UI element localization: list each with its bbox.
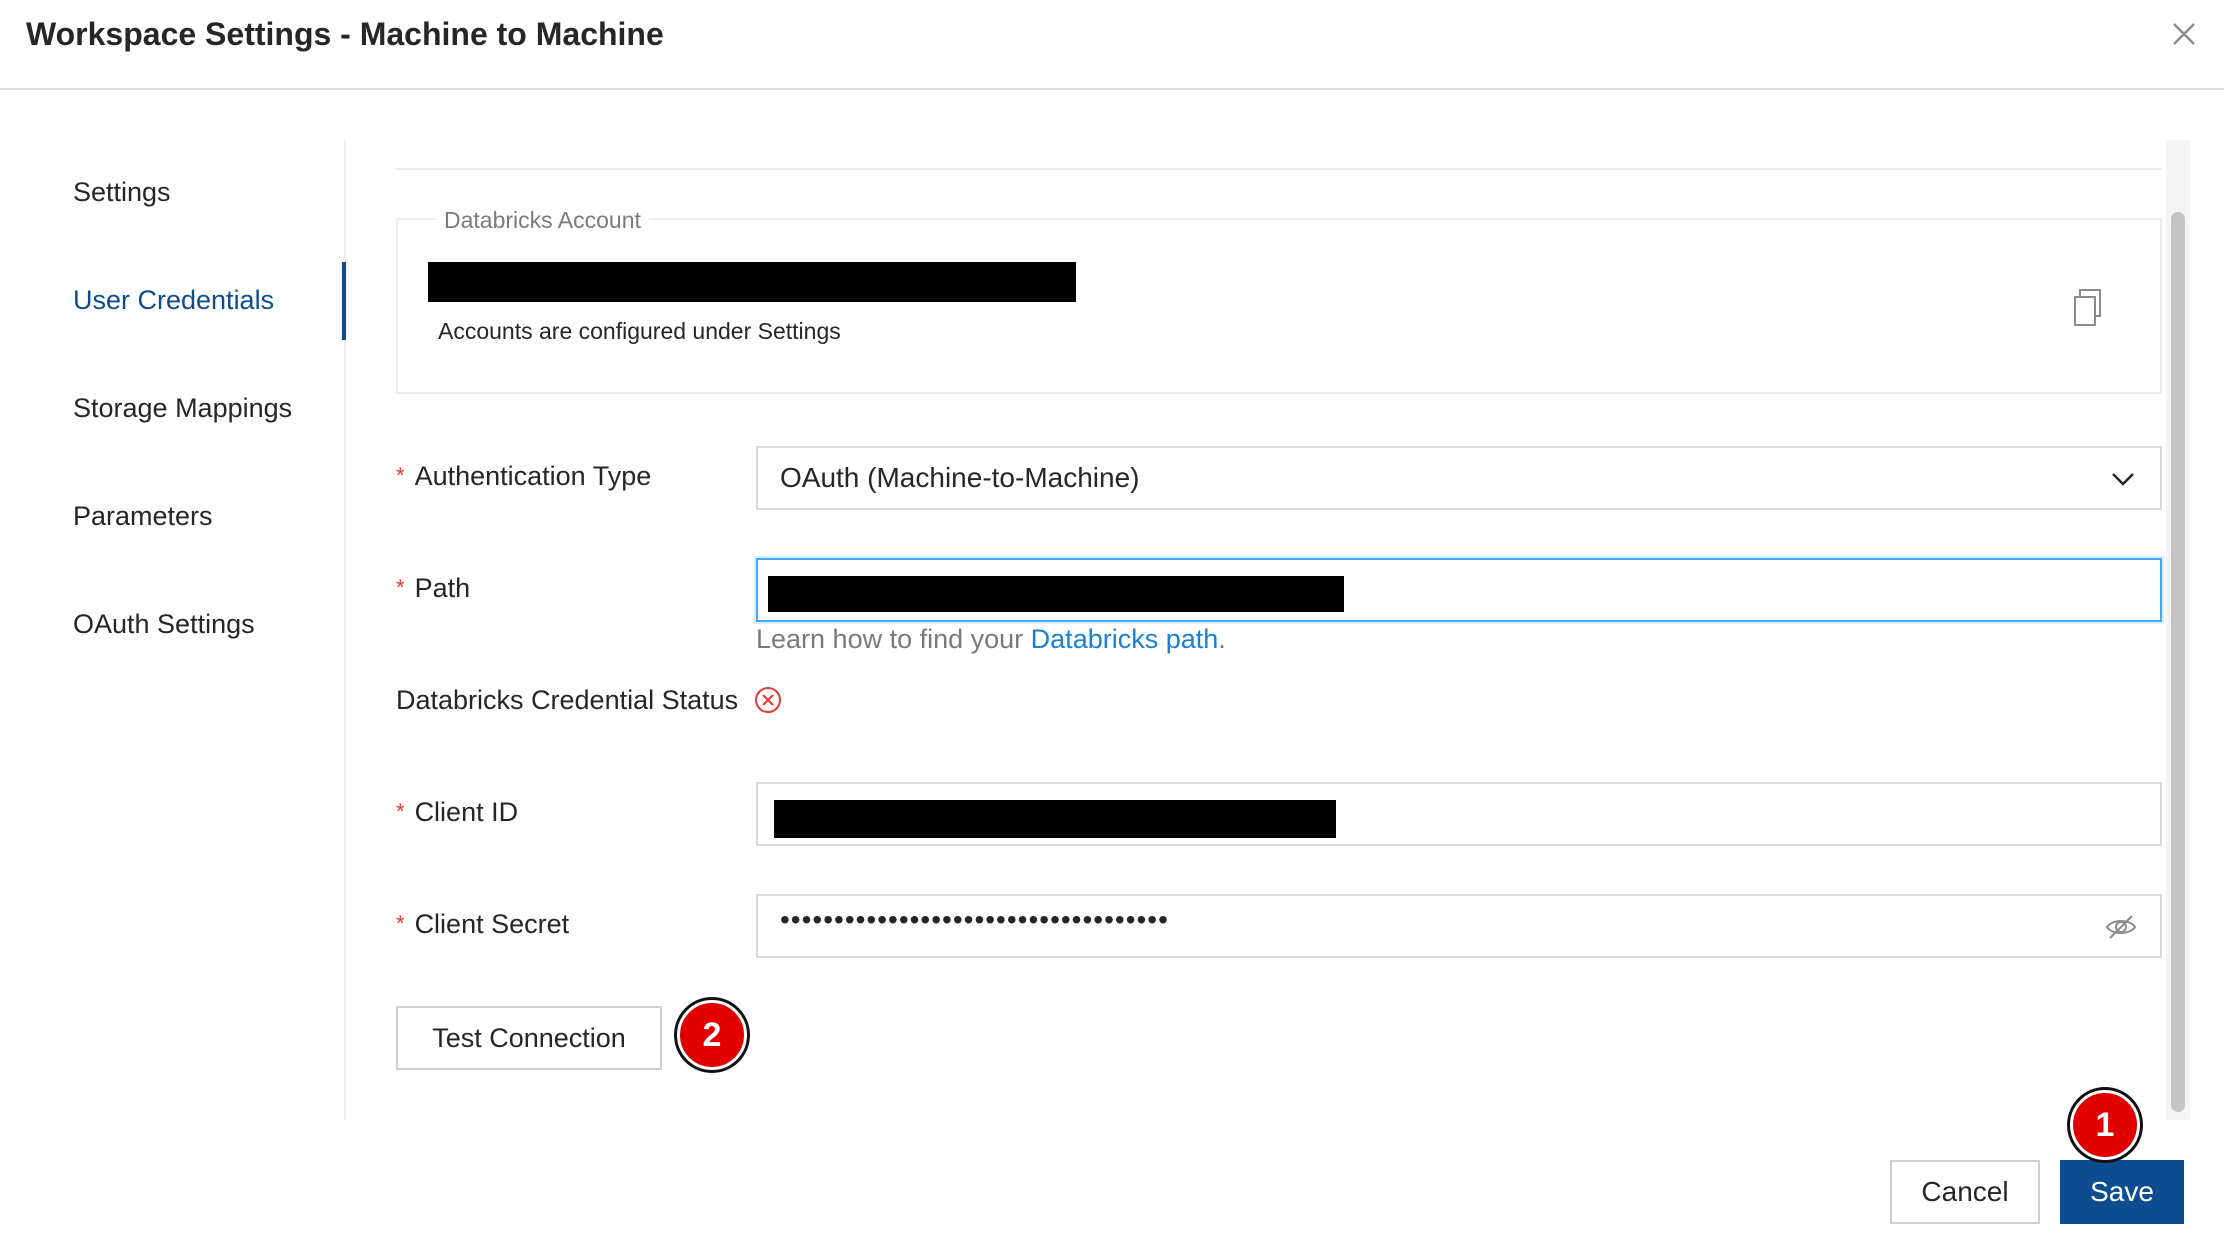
divider [396,168,2162,170]
sidebar-item-user-credentials[interactable]: User Credentials [73,282,274,318]
scroll-thumb[interactable] [2171,212,2185,1112]
path-label: * Path [396,570,470,606]
sidebar-item-storage-mappings[interactable]: Storage Mappings [73,390,292,426]
copy-icon[interactable] [2072,288,2108,328]
annotation-marker-1: 1 [2070,1090,2140,1160]
databricks-account-box: Databricks Account Accounts are configur… [396,206,2162,394]
sidebar-item-settings[interactable]: Settings [73,174,171,210]
client-secret-value: •••••••••••••••••••••••••••••••••••• [780,904,1169,935]
auth-type-value: OAuth (Machine-to-Machine) [780,462,1140,493]
path-help-text: Learn how to find your [756,624,1031,654]
databricks-path-link[interactable]: Databricks path [1031,624,1219,654]
credentials-panel: Databricks Account Accounts are configur… [396,140,2166,1120]
client-id-label: * Client ID [396,794,518,830]
required-mark: * [396,575,405,600]
save-button[interactable]: Save [2060,1160,2184,1224]
client-id-label-text: Client ID [414,797,519,827]
dialog-header: Workspace Settings - Machine to Machine [0,0,2224,90]
client-id-input[interactable] [756,782,2162,846]
scrollbar[interactable] [2166,140,2190,1120]
client-secret-label-text: Client Secret [414,909,570,939]
client-secret-input[interactable]: •••••••••••••••••••••••••••••••••••• [756,894,2162,958]
path-help-suffix: . [1218,624,1226,654]
sidebar-item-parameters[interactable]: Parameters [73,498,213,534]
sidebar-item-oauth-settings[interactable]: OAuth Settings [73,606,255,642]
active-nav-indicator [342,262,346,340]
required-mark: * [396,799,405,824]
auth-type-label: * Authentication Type [396,458,651,494]
error-circle-icon [754,686,782,714]
auth-type-label-text: Authentication Type [414,461,652,491]
credential-status-label: Databricks Credential Status [396,685,739,715]
required-mark: * [396,911,405,936]
redacted-client-id [774,800,1336,838]
auth-type-select[interactable]: OAuth (Machine-to-Machine) [756,446,2162,510]
dialog-title: Workspace Settings - Machine to Machine [26,16,664,52]
account-note: Accounts are configured under Settings [438,318,841,344]
required-mark: * [396,463,405,488]
test-connection-button[interactable]: Test Connection [396,1006,662,1070]
close-icon[interactable] [2160,10,2208,58]
settings-sidebar: Settings User Credentials Storage Mappin… [0,140,346,1120]
eye-off-icon[interactable] [2104,910,2138,944]
chevron-down-icon[interactable] [2108,464,2138,494]
path-label-text: Path [414,573,471,603]
cancel-button[interactable]: Cancel [1890,1160,2040,1224]
path-help: Learn how to find your Databricks path. [756,624,1226,655]
account-legend: Databricks Account [436,206,649,234]
client-secret-label: * Client Secret [396,906,569,942]
path-input[interactable] [756,558,2162,622]
annotation-marker-2: 2 [677,1000,747,1070]
redacted-account-name [428,262,1076,302]
redacted-path-value [768,576,1344,612]
